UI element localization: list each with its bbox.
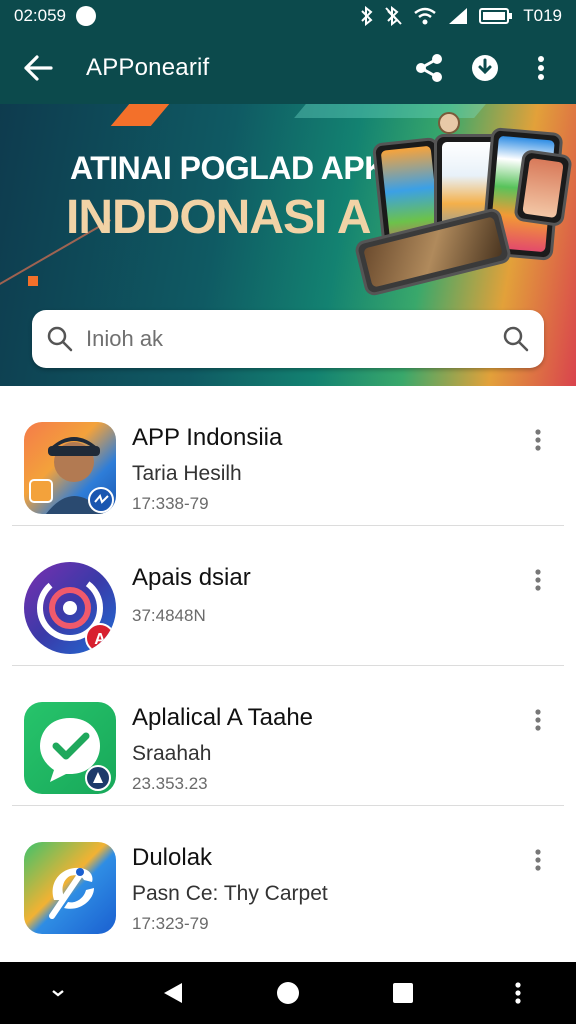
- app-subtitle: Taria Hesilh: [132, 462, 242, 485]
- status-time: 02:059: [14, 6, 66, 25]
- system-nav-bar: [0, 962, 576, 1024]
- notification-dot-icon: [76, 6, 96, 26]
- item-more-button[interactable]: [524, 566, 552, 594]
- app-list: APP Indonsiia Taria Hesilh 17:338-79 A A…: [0, 386, 576, 946]
- search-icon: [47, 326, 73, 352]
- more-options-button[interactable]: [524, 51, 558, 85]
- page-title: APPonearif: [86, 54, 210, 81]
- bird-swirl-icon: [24, 842, 116, 934]
- nav-menu-button[interactable]: [498, 973, 538, 1013]
- app-subtitle: Pasn Ce: Thy Carpet: [132, 882, 328, 905]
- search-submit-icon[interactable]: [502, 325, 530, 353]
- arrow-back-icon: [24, 55, 53, 81]
- list-item[interactable]: APP Indonsiia Taria Hesilh 17:338-79: [12, 386, 564, 526]
- back-button[interactable]: [18, 48, 58, 88]
- app-date: 17:323-79: [132, 914, 209, 933]
- person-photo-icon: [24, 422, 116, 514]
- app-title: Aplalical A Taahe: [132, 704, 314, 731]
- more-vertical-icon: [535, 709, 541, 731]
- promo-banner: ATINAI POGLAD APK INDDONASI A: [0, 104, 576, 386]
- nav-hide-keyboard-button[interactable]: [38, 973, 78, 1013]
- search-bar[interactable]: [32, 310, 544, 368]
- app-title: Apais dsiar: [132, 564, 251, 591]
- square-recents-icon: [393, 983, 414, 1003]
- nav-recents-button[interactable]: [383, 973, 423, 1013]
- circle-home-icon: [276, 982, 299, 1004]
- download-icon: [472, 55, 498, 81]
- list-item[interactable]: Dulolak Pasn Ce: Thy Carpet 17:323-79: [12, 806, 564, 946]
- app-bar: APPonearif: [0, 32, 576, 104]
- more-vertical-icon: [538, 56, 544, 80]
- item-more-button[interactable]: [524, 426, 552, 454]
- share-button[interactable]: [412, 51, 446, 85]
- search-input[interactable]: [86, 326, 502, 352]
- list-item[interactable]: A Apais dsiar 37:4848N: [12, 526, 564, 666]
- banner-headline: ATINAI POGLAD APK: [70, 150, 387, 186]
- share-icon: [416, 54, 442, 82]
- chat-check-icon: [24, 702, 116, 794]
- decorative-stripe: [110, 104, 170, 126]
- triangle-back-icon: [163, 983, 182, 1003]
- app-date: 23.353.23: [132, 774, 208, 793]
- more-vertical-icon: [535, 429, 541, 451]
- more-vertical-icon: [515, 982, 521, 1004]
- item-more-button[interactable]: [524, 706, 552, 734]
- battery-icon: [479, 6, 513, 26]
- more-vertical-icon: [535, 849, 541, 871]
- status-bar: 02:059 T019: [0, 0, 576, 32]
- chevron-down-icon: [51, 990, 64, 997]
- circular-swirl-icon: A: [24, 562, 116, 654]
- nav-home-button[interactable]: [268, 973, 308, 1013]
- phone-image: [513, 148, 573, 228]
- decorative-square: [28, 276, 38, 286]
- app-title: Dulolak: [132, 844, 213, 871]
- app-title: APP Indonsiia: [132, 424, 283, 451]
- status-right-text: T019: [523, 6, 562, 25]
- app-subtitle: Sraahah: [132, 742, 212, 765]
- signal-icon: [447, 6, 469, 26]
- bluetooth-icon: [359, 6, 375, 26]
- svg-text:A: A: [94, 631, 106, 648]
- download-button[interactable]: [468, 51, 502, 85]
- app-date: 37:4848N: [132, 606, 206, 625]
- person-avatar: [438, 112, 460, 134]
- banner-subheadline: INDDONASI A: [66, 191, 372, 244]
- app-date: 17:338-79: [132, 494, 209, 513]
- list-item[interactable]: Aplalical A Taahe Sraahah 23.353.23: [12, 666, 564, 806]
- nav-back-button[interactable]: [153, 973, 193, 1013]
- bluetooth-off-icon: [385, 6, 403, 26]
- phones-illustration: [350, 112, 573, 312]
- wifi-icon: [413, 6, 437, 26]
- item-more-button[interactable]: [524, 846, 552, 874]
- more-vertical-icon: [535, 569, 541, 591]
